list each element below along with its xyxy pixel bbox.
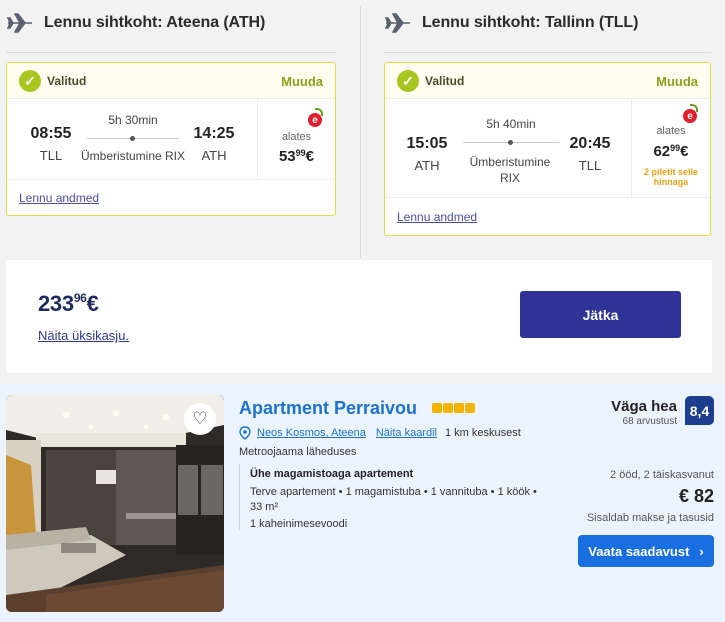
from-label: alates [281, 131, 312, 143]
review-score-badge: 8,4 [685, 396, 714, 425]
stay-summary: 2 ööd, 2 täiskasvanut [610, 469, 714, 481]
rating-label: Väga hea [611, 398, 677, 415]
star-icon [465, 403, 475, 413]
flight-details: 15:05 ATH 5h 40min Ümberistumine RIX 20:… [385, 99, 710, 197]
unit-description: Terve apartement • 1 magamistuba • 1 van… [250, 486, 537, 513]
heart-icon[interactable]: ♡ [184, 403, 216, 435]
location-row: Neos Kosmos, Ateena Näita kaardil 1 km k… [239, 426, 521, 440]
depart-airport-code: TLL [39, 148, 63, 163]
selected-label: Valitud [47, 74, 87, 88]
card-footer: Lennu andmed [385, 197, 710, 235]
total-price: 23396€ [38, 291, 99, 316]
checkmark-icon: ✓ [19, 70, 41, 92]
see-availability-button[interactable]: Vaata saadavust › [578, 535, 714, 567]
flights-section: Lennu sihtkoht: Ateena (ATH) ✓ Valitud M… [0, 0, 725, 258]
stop-dot [508, 140, 513, 145]
price-column: e alates 6299€ 2 piletit selle hinnaga [631, 99, 710, 197]
arrive-time: 20:45 [569, 135, 611, 152]
airplane-icon [384, 13, 410, 33]
star-icon [432, 403, 442, 413]
star-rating [432, 403, 475, 413]
card-footer: Lennu andmed [7, 179, 335, 215]
continue-button[interactable]: Jätka [520, 291, 681, 338]
selected-label: Valitud [425, 74, 465, 88]
outbound-flight-card: ✓ Valitud Muuda 08:55 TLL 5h 30min Ümber… [6, 62, 336, 216]
depart-time: 15:05 [406, 135, 448, 152]
return-title: Lennu sihtkoht: Tallinn (TLL) [422, 14, 639, 31]
card-status-bar: ✓ Valitud Muuda [7, 63, 335, 99]
show-on-map-link[interactable]: Näita kaardil [376, 427, 437, 439]
total-panel: 23396€ Näita üksikasju. Jätka [6, 260, 712, 373]
return-flight-card: ✓ Valitud Muuda 15:05 ATH 5h 40min Ümber… [384, 62, 711, 236]
star-icon [454, 403, 464, 413]
outbound-title: Lennu sihtkoht: Ateena (ATH) [44, 14, 266, 31]
layover-info: Ümberistumine RIX [80, 149, 186, 163]
flight-details-link[interactable]: Lennu andmed [19, 191, 99, 205]
depart-airport-code: ATH [414, 158, 440, 173]
flight-price: 6299€ [653, 143, 689, 160]
change-flight-button[interactable]: Muuda [281, 74, 323, 89]
show-details-link[interactable]: Näita üksikasju. [38, 328, 129, 343]
airplane-icon [6, 13, 32, 33]
from-label: alates [656, 125, 686, 137]
unit-title: Ühe magamistoaga apartement [250, 468, 414, 480]
price-column: e alates 5399€ [257, 99, 335, 179]
outbound-header: Lennu sihtkoht: Ateena (ATH) [6, 0, 265, 46]
stop-dot [130, 136, 135, 141]
chevron-right-icon: › [699, 543, 704, 559]
bed-info: 1 kaheinimesevoodi [250, 518, 348, 530]
flight-duration: 5h 30min [108, 113, 158, 127]
hotel-name-link[interactable]: Apartment Perraivou [239, 398, 417, 419]
checkmark-icon: ✓ [397, 70, 419, 92]
flight-duration: 5h 40min [486, 117, 536, 131]
arrive-airport-code: TLL [578, 158, 602, 173]
hotel-price: € 82 [678, 486, 714, 506]
flight-details: 08:55 TLL 5h 30min Ümberistumine RIX 14:… [7, 99, 335, 179]
map-pin-icon [239, 426, 251, 440]
return-header: Lennu sihtkoht: Tallinn (TLL) [384, 0, 638, 46]
header-divider [6, 52, 336, 53]
flight-price: 5399€ [278, 148, 315, 165]
review-count: 68 arvustust [622, 416, 677, 427]
cherry-e-icon: e [683, 104, 698, 123]
card-status-bar: ✓ Valitud Muuda [385, 63, 710, 99]
availability-label: Vaata saadavust [588, 543, 690, 559]
location-link[interactable]: Neos Kosmos, Ateena [257, 427, 366, 439]
distance-from-center: 1 km keskusest [444, 427, 521, 439]
promo-note: 2 piletit selle hinnaga [643, 167, 699, 187]
star-icon [443, 403, 453, 413]
cherry-e-icon: e [308, 108, 323, 127]
arrive-time: 14:25 [193, 125, 235, 142]
column-divider [360, 6, 361, 258]
depart-time: 08:55 [30, 125, 72, 142]
change-flight-button[interactable]: Muuda [656, 74, 698, 89]
flight-details-link[interactable]: Lennu andmed [397, 210, 477, 224]
taxes-note: Sisaldab makse ja tasusid [586, 512, 714, 524]
header-divider [384, 52, 711, 53]
hotel-card: ♡ Apartment Perraivou Neos Kosmos, Ateen… [0, 384, 725, 622]
metro-info: Metroojaama läheduses [239, 446, 357, 458]
arrive-airport-code: ATH [201, 148, 227, 163]
unit-details: Ühe magamistoaga apartement Terve aparte… [239, 464, 539, 530]
layover-info: Ümberistumine RIX [469, 155, 551, 185]
